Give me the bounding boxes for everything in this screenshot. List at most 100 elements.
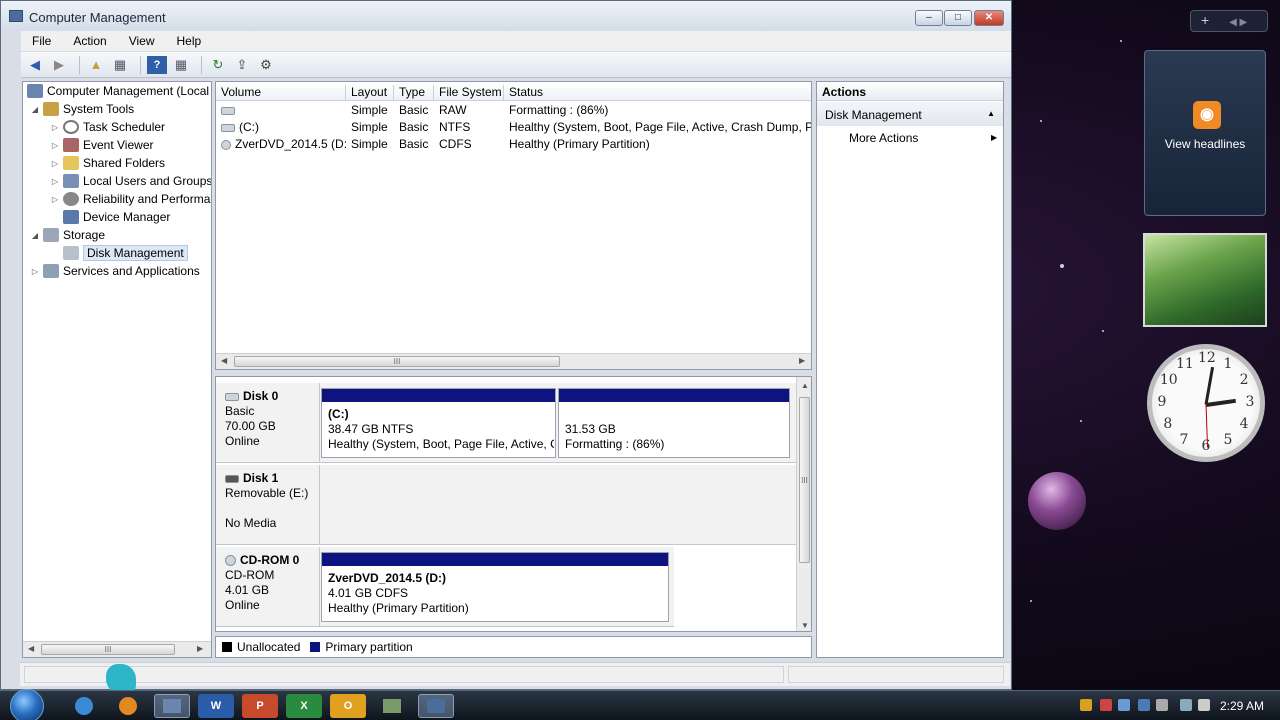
up-folder-icon[interactable]: ▲: [86, 56, 106, 74]
volume-icon[interactable]: [1198, 699, 1210, 711]
start-button[interactable]: [10, 689, 44, 720]
disk-0-row[interactable]: Disk 0 Basic 70.00 GB Online (C:) 38.47 …: [216, 383, 796, 463]
expand-icon[interactable]: ▷: [49, 141, 61, 150]
properties-icon[interactable]: ⚙: [256, 56, 276, 74]
tree-item-local-users[interactable]: ▷ Local Users and Groups: [49, 172, 211, 190]
tree-item-device-manager[interactable]: Device Manager: [49, 208, 170, 226]
menu-help[interactable]: Help: [166, 34, 213, 48]
disk-view-vertical-scrollbar[interactable]: ▲ III ▼: [796, 377, 811, 631]
taskbar-excel-icon[interactable]: X: [286, 694, 322, 718]
partition-size: 31.53 GB: [565, 422, 616, 436]
expand-icon[interactable]: ▷: [49, 177, 61, 186]
volume-list-horizontal-scrollbar[interactable]: ◀ III ▶: [216, 353, 811, 369]
scroll-right-icon[interactable]: ▶: [799, 356, 805, 365]
scroll-right-icon[interactable]: ▶: [197, 644, 203, 653]
cdrom-0-row[interactable]: CD-ROM 0 CD-ROM 4.01 GB Online ZverDVD_2…: [216, 547, 674, 627]
taskbar-media-player-icon[interactable]: [110, 694, 146, 718]
taskbar-powerpoint-icon[interactable]: P: [242, 694, 278, 718]
back-arrow-icon[interactable]: ◀: [25, 56, 45, 74]
taskbar-computer-management-icon[interactable]: [154, 694, 190, 718]
tree-item-label: Device Manager: [83, 210, 171, 224]
tree-item-services[interactable]: ▷ Services and Applications: [29, 262, 200, 280]
show-hide-action-pane-icon[interactable]: ▦: [171, 56, 191, 74]
more-actions-link[interactable]: More Actions: [849, 131, 918, 145]
tray-alert-icon[interactable]: [1100, 699, 1112, 711]
menu-action[interactable]: Action: [62, 34, 117, 48]
scroll-left-icon[interactable]: ◀: [28, 644, 34, 653]
tray-app-icon[interactable]: [1138, 699, 1150, 711]
scroll-down-icon[interactable]: ▼: [801, 621, 809, 630]
expand-icon[interactable]: ▷: [49, 195, 61, 204]
column-header-volume[interactable]: Volume: [216, 85, 346, 100]
tree-horizontal-scrollbar[interactable]: ◀ III ▶: [23, 641, 211, 657]
scroll-thumb[interactable]: III: [234, 356, 560, 367]
taskbar-network-icon[interactable]: [374, 694, 410, 718]
network-icon[interactable]: [1180, 699, 1192, 711]
scroll-up-icon[interactable]: ▲: [801, 381, 809, 390]
taskbar-word-icon[interactable]: W: [198, 694, 234, 718]
collapse-icon[interactable]: ◢: [29, 231, 41, 240]
partition-status: Healthy (Primary Partition): [328, 601, 469, 615]
scroll-thumb[interactable]: III: [799, 397, 810, 563]
tree-item-shared-folders[interactable]: ▷ Shared Folders: [49, 154, 165, 172]
submenu-arrow-icon[interactable]: ▶: [991, 133, 997, 142]
feed-headlines-label[interactable]: View headlines: [1145, 137, 1265, 151]
disk-1-info[interactable]: Disk 1 Removable (E:) No Media: [216, 465, 320, 544]
users-icon: [63, 174, 79, 188]
security-shield-icon[interactable]: [1080, 699, 1092, 711]
tree-item-storage[interactable]: ◢ Storage: [29, 226, 105, 244]
forward-arrow-icon[interactable]: ▶: [49, 56, 69, 74]
taskbar-browser-icon[interactable]: [66, 694, 102, 718]
menu-file[interactable]: File: [21, 34, 62, 48]
feed-headlines-gadget[interactable]: ◉ View headlines: [1144, 50, 1266, 216]
table-row[interactable]: Simple Basic RAW Formatting : (86%): [216, 102, 811, 119]
clock-numeral: 3: [1245, 394, 1255, 410]
show-hide-tree-icon[interactable]: ▦: [110, 56, 130, 74]
add-gadget-button[interactable]: +: [1201, 12, 1209, 28]
collapse-icon[interactable]: ◢: [29, 105, 41, 114]
disk-0-info[interactable]: Disk 0 Basic 70.00 GB Online: [216, 383, 320, 462]
refresh-icon[interactable]: ↻: [208, 56, 228, 74]
sidebar-nav-icon[interactable]: ◀ ▶: [1229, 17, 1247, 28]
column-header-type[interactable]: Type: [394, 85, 434, 100]
tree-item-root[interactable]: Computer Management (Local: [25, 82, 209, 100]
help-icon[interactable]: ?: [147, 55, 167, 74]
actions-section-disk-management[interactable]: Disk Management ▲: [817, 102, 1003, 126]
title-bar[interactable]: Computer Management – □ ✕: [1, 1, 1011, 31]
taskbar-outlook-icon[interactable]: O: [330, 694, 366, 718]
tree-item-task-scheduler[interactable]: ▷ Task Scheduler: [49, 118, 165, 136]
column-header-layout[interactable]: Layout: [346, 85, 394, 100]
tree-item-event-viewer[interactable]: ▷ Event Viewer: [49, 136, 153, 154]
close-button[interactable]: ✕: [974, 10, 1004, 26]
scroll-thumb[interactable]: III: [41, 644, 175, 655]
scroll-left-icon[interactable]: ◀: [221, 356, 227, 365]
expand-icon[interactable]: ▷: [29, 267, 41, 276]
export-icon[interactable]: ⇪: [232, 56, 252, 74]
tree-item-system-tools[interactable]: ◢ System Tools: [29, 100, 134, 118]
minimize-button[interactable]: –: [915, 10, 943, 26]
column-header-status[interactable]: Status: [504, 85, 811, 100]
column-header-file-system[interactable]: File System: [434, 85, 504, 100]
tray-app-icon[interactable]: [1156, 699, 1168, 711]
volume-list-header: Volume Layout Type File System Status: [216, 82, 811, 101]
clock-gadget[interactable]: 12 1 2 3 4 5 6 7 8 9 10 11: [1147, 344, 1265, 462]
taskbar-disk-management-icon[interactable]: [418, 694, 454, 718]
taskbar-clock[interactable]: 2:29 AM: [1220, 699, 1264, 713]
partition-d[interactable]: ZverDVD_2014.5 (D:) 4.01 GB CDFS Healthy…: [321, 552, 669, 622]
collapse-caret-icon[interactable]: ▲: [987, 109, 995, 118]
clock-numeral: 7: [1179, 432, 1189, 449]
menu-view[interactable]: View: [118, 34, 166, 48]
maximize-button[interactable]: □: [944, 10, 972, 26]
expand-icon[interactable]: ▷: [49, 159, 61, 168]
tray-app-icon[interactable]: [1118, 699, 1130, 711]
expand-icon[interactable]: ▷: [49, 123, 61, 132]
tree-item-reliability[interactable]: ▷ Reliability and Performa: [49, 190, 210, 208]
table-row[interactable]: (C:) Simple Basic NTFS Healthy (System, …: [216, 119, 811, 136]
partition-formatting[interactable]: 31.53 GB Formatting : (86%): [558, 388, 790, 458]
tree-item-disk-management[interactable]: Disk Management: [49, 244, 188, 262]
table-row[interactable]: ZverDVD_2014.5 (D:) Simple Basic CDFS He…: [216, 136, 811, 153]
cdrom-0-info[interactable]: CD-ROM 0 CD-ROM 4.01 GB Online: [216, 547, 320, 626]
partition-c[interactable]: (C:) 38.47 GB NTFS Healthy (System, Boot…: [321, 388, 556, 458]
slideshow-gadget[interactable]: [1143, 233, 1267, 327]
disk-1-row[interactable]: Disk 1 Removable (E:) No Media: [216, 465, 796, 545]
